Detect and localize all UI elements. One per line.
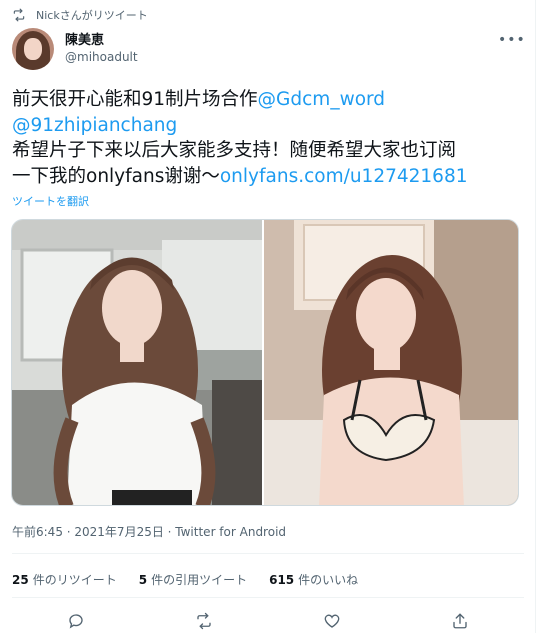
retweet-label: 件のリツイート: [32, 573, 117, 587]
retweet-count: 25: [12, 573, 29, 587]
retweet-banner-text: Nickさんがリツイート: [36, 9, 148, 22]
translate-link[interactable]: ツイートを翻訳: [12, 193, 89, 209]
retweet-stat[interactable]: 25 件のリツイート: [12, 571, 117, 588]
photo-2[interactable]: [264, 220, 518, 505]
tweet-line-4: 一下我的onlyfans谢谢～onlyfans.com/u127421681: [12, 164, 524, 190]
author-display-name[interactable]: 陳美恵: [65, 32, 138, 49]
tweet-text: 前天很开心能和91制片场合作@Gdcm_word @91zhipianchang…: [12, 87, 524, 189]
retweet-action-icon: [197, 612, 211, 630]
like-label: 件のいいね: [298, 573, 359, 587]
mention-link-2[interactable]: @91zhipianchang: [12, 115, 177, 136]
share-button[interactable]: [449, 610, 471, 632]
action-bar: [12, 610, 524, 632]
onlyfans-url-link[interactable]: onlyfans.com/u127421681: [220, 166, 468, 187]
tweet-text-line4: 一下我的onlyfans谢谢～: [12, 165, 220, 187]
retweet-icon: [13, 8, 25, 22]
tweet-line-3: 希望片子下来以后大家能多支持！随便希望大家也订阅: [12, 140, 457, 161]
retweet-button[interactable]: [193, 610, 215, 632]
tweet-line-1: 前天很开心能和91制片场合作@Gdcm_word: [12, 87, 524, 113]
tweet-line-2: @91zhipianchang: [12, 113, 524, 139]
quote-label: 件の引用ツイート: [151, 573, 248, 587]
avatar[interactable]: [12, 28, 54, 70]
like-button[interactable]: [321, 610, 343, 632]
tweet-text-line1: 前天很开心能和91制片场合作: [12, 89, 258, 110]
like-stat[interactable]: 615 件のいいね: [269, 571, 358, 588]
mention-link-1[interactable]: @Gdcm_word: [258, 89, 386, 110]
reply-icon: [69, 614, 83, 629]
share-icon: [453, 613, 467, 629]
quote-count: 5: [138, 573, 148, 587]
quote-stat[interactable]: 5 件の引用ツイート: [139, 571, 247, 588]
divider-bottom: [12, 597, 524, 598]
media-grid: [11, 219, 519, 506]
divider-top: [12, 553, 524, 554]
photo-1[interactable]: [12, 220, 264, 505]
retweet-banner[interactable]: Nickさんがリツイート: [12, 6, 148, 24]
tweet-timestamp[interactable]: 午前6:45 · 2021年7月25日 · Twitter for Androi…: [12, 523, 286, 540]
author-names: 陳美恵 @mihoadult: [65, 32, 138, 66]
like-count: 615: [269, 573, 295, 587]
heart-icon: [324, 614, 340, 628]
author-handle[interactable]: @mihoadult: [65, 49, 138, 66]
engagement-stats: 25 件のリツイート 5 件の引用ツイート 615 件のいいね: [12, 571, 380, 588]
author-block[interactable]: 陳美恵 @mihoadult: [12, 28, 138, 70]
photo-2-image: [264, 220, 518, 505]
reply-button[interactable]: [65, 610, 87, 632]
avatar-face: [24, 38, 42, 60]
photo-1-image: [12, 220, 262, 505]
more-icon[interactable]: •••: [498, 32, 526, 48]
tweet-detail: Nickさんがリツイート 陳美恵 @mihoadult ••• 前天很开心能和9…: [0, 0, 536, 633]
